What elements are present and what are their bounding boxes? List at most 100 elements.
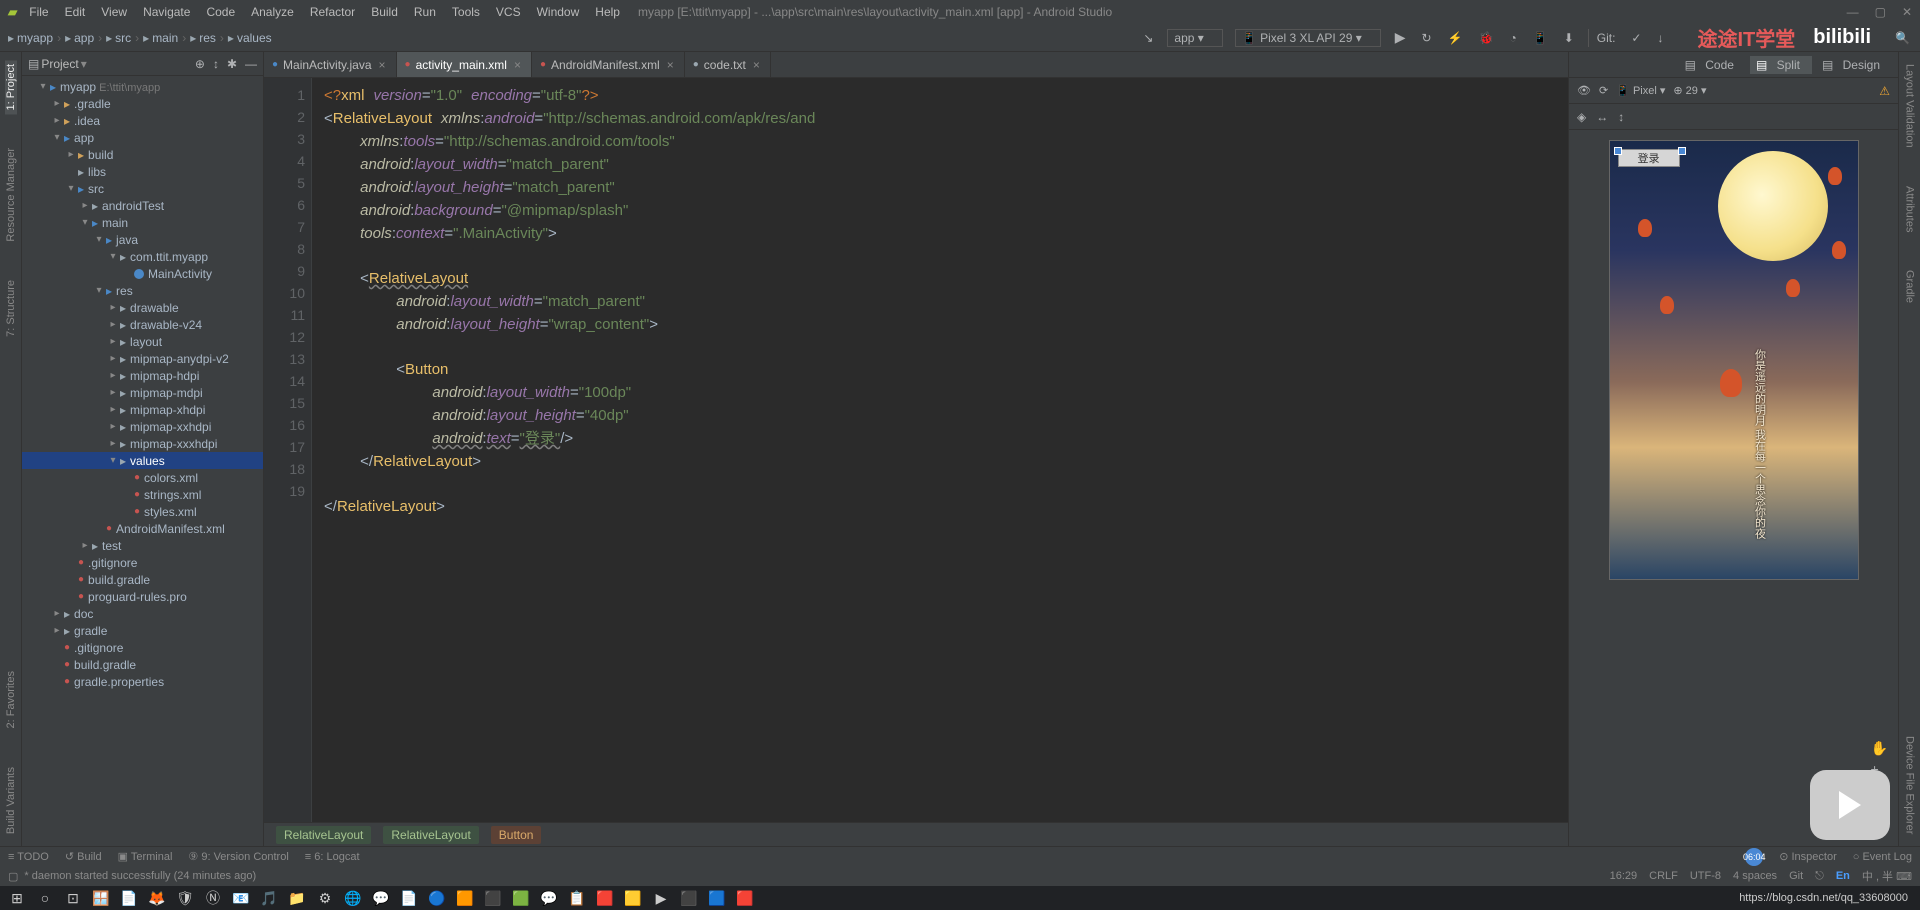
app-icon[interactable]: 🟥 — [732, 887, 758, 909]
menu-view[interactable]: View — [95, 3, 133, 21]
tree-main[interactable]: ▾▸main — [22, 214, 263, 231]
rotate-icon[interactable]: ↕ — [1618, 110, 1624, 124]
attach-debugger-icon[interactable]: ⚡ — [1446, 29, 1465, 47]
app-icon[interactable]: ⬛ — [480, 887, 506, 909]
encoding[interactable]: UTF-8 — [1690, 870, 1721, 882]
app-icon[interactable]: 📁 — [284, 887, 310, 909]
tree-toggle[interactable]: ▸ — [106, 404, 120, 415]
tree-src[interactable]: ▾▸src — [22, 180, 263, 197]
tree-drawable-v24[interactable]: ▸▸drawable-v24 — [22, 316, 263, 333]
menu-run[interactable]: Run — [408, 3, 442, 21]
project-tree[interactable]: ▾▸myapp E:\ttit\myapp▸▸.gradle▸▸.idea▾▸a… — [22, 76, 263, 846]
tree-toggle[interactable]: ▸ — [106, 302, 120, 313]
pan-icon[interactable]: ↔ — [1596, 110, 1608, 124]
app-icon[interactable]: 📧 — [228, 887, 254, 909]
app-icon[interactable]: ⚙ — [312, 887, 338, 909]
avd-manager-icon[interactable]: 📱 — [1531, 29, 1550, 47]
menu-edit[interactable]: Edit — [59, 3, 92, 21]
tree-androidmanifest-xml[interactable]: ●AndroidManifest.xml — [22, 520, 263, 537]
tree-toggle[interactable]: ▾ — [50, 132, 64, 143]
tool-gradle[interactable]: Gradle — [1904, 266, 1916, 307]
run-icon[interactable]: ▶ — [1393, 27, 1408, 48]
tab-MainActivity-java[interactable]: ●MainActivity.java× — [264, 52, 397, 77]
crumb-values[interactable]: ▸values — [228, 31, 272, 45]
tree-java[interactable]: ▾▸java — [22, 231, 263, 248]
git-commit-icon[interactable]: ✓ — [1629, 29, 1643, 47]
tree-com-ttit-myapp[interactable]: ▾▸com.ttit.myapp — [22, 248, 263, 265]
tab-code-txt[interactable]: ●code.txt× — [685, 52, 771, 77]
tree-test[interactable]: ▸▸test — [22, 537, 263, 554]
tool-structure[interactable]: 7: Structure — [5, 276, 17, 341]
app-icon[interactable]: 💬 — [368, 887, 394, 909]
tree-gradle[interactable]: ▸▸gradle — [22, 622, 263, 639]
video-play-overlay[interactable] — [1810, 770, 1890, 840]
tree-toggle[interactable]: ▸ — [50, 625, 64, 636]
tree--idea[interactable]: ▸▸.idea — [22, 112, 263, 129]
tool-event-log[interactable]: ○ Event Log — [1853, 851, 1912, 863]
sort-icon[interactable]: ↕ — [213, 57, 219, 71]
tree-strings-xml[interactable]: ●strings.xml — [22, 486, 263, 503]
tree-toggle[interactable]: ▸ — [106, 438, 120, 449]
app-icon[interactable]: 🟧 — [452, 887, 478, 909]
tree-colors-xml[interactable]: ●colors.xml — [22, 469, 263, 486]
warning-badge-icon[interactable]: ⚠ — [1879, 84, 1890, 98]
menu-refactor[interactable]: Refactor — [304, 3, 361, 21]
tree-drawable[interactable]: ▸▸drawable — [22, 299, 263, 316]
tree-toggle[interactable]: ▸ — [50, 115, 64, 126]
run-config-select[interactable]: app ▾ — [1167, 29, 1222, 47]
orientation-icon[interactable]: ⟳ — [1599, 84, 1608, 97]
close-tab-icon[interactable]: × — [512, 58, 523, 72]
hand-icon[interactable]: ✋ — [1871, 740, 1890, 757]
tool-device-file-explorer[interactable]: Device File Explorer — [1904, 732, 1916, 838]
tool-version-control[interactable]: ⑨ 9: Version Control — [188, 850, 288, 863]
menu-analyze[interactable]: Analyze — [245, 3, 300, 21]
start-icon[interactable]: ⊞ — [4, 887, 30, 909]
gear-icon[interactable]: ✱ — [227, 57, 237, 71]
tree-mipmap-xhdpi[interactable]: ▸▸mipmap-xhdpi — [22, 401, 263, 418]
tree-toggle[interactable]: ▸ — [106, 319, 120, 330]
tree-toggle[interactable]: ▸ — [106, 353, 120, 364]
design-tab-design[interactable]: ▤ Design — [1816, 56, 1892, 74]
close-tab-icon[interactable]: × — [665, 58, 676, 72]
menu-window[interactable]: Window — [531, 3, 586, 21]
app-icon[interactable]: 💬 — [536, 887, 562, 909]
hammer-icon[interactable]: ↘ — [1141, 29, 1155, 47]
tree-toggle[interactable]: ▾ — [64, 183, 78, 194]
tree-mipmap-mdpi[interactable]: ▸▸mipmap-mdpi — [22, 384, 263, 401]
tree-doc[interactable]: ▸▸doc — [22, 605, 263, 622]
design-canvas[interactable]: 登录 你是遥远的明月 我在每一个思念你的夜 ✋ + − 1:1 ▢ — [1569, 130, 1898, 846]
tree-toggle[interactable]: ▸ — [106, 370, 120, 381]
app-icon[interactable]: 🔵 — [424, 887, 450, 909]
tool-build[interactable]: ↺ Build — [65, 850, 102, 863]
apply-changes-icon[interactable]: ↻ — [1420, 29, 1434, 47]
app-icon[interactable]: 🟦 — [704, 887, 730, 909]
tree-build[interactable]: ▸▸build — [22, 146, 263, 163]
tree-androidtest[interactable]: ▸▸androidTest — [22, 197, 263, 214]
menu-file[interactable]: File — [23, 3, 54, 21]
crumb-main[interactable]: ▸main — [143, 31, 178, 45]
tree-build-gradle[interactable]: ●build.gradle — [22, 571, 263, 588]
design-tab-split[interactable]: ▤ Split — [1750, 56, 1812, 74]
tool-attributes[interactable]: Attributes — [1904, 182, 1916, 236]
tree-toggle[interactable]: ▸ — [106, 421, 120, 432]
app-icon[interactable]: 🟥 — [592, 887, 618, 909]
tree-toggle[interactable]: ▸ — [106, 336, 120, 347]
target-icon[interactable]: ⊕ — [195, 57, 205, 71]
line-ending[interactable]: CRLF — [1649, 870, 1678, 882]
crumb-relativelayout-2[interactable]: RelativeLayout — [383, 826, 478, 844]
tree-mipmap-xxxhdpi[interactable]: ▸▸mipmap-xxxhdpi — [22, 435, 263, 452]
crumb-myapp[interactable]: ▸myapp — [8, 31, 53, 45]
eye-icon[interactable]: 👁 — [1577, 84, 1591, 97]
tree--gitignore[interactable]: ●.gitignore — [22, 554, 263, 571]
close-icon[interactable]: ✕ — [1902, 5, 1912, 19]
menu-build[interactable]: Build — [365, 3, 404, 21]
tree-mipmap-anydpi-v2[interactable]: ▸▸mipmap-anydpi-v2 — [22, 350, 263, 367]
tree-toggle[interactable]: ▾ — [36, 81, 50, 92]
tree-toggle[interactable]: ▸ — [78, 200, 92, 211]
app-icon[interactable]: 📄 — [116, 887, 142, 909]
minimize-icon[interactable]: — — [1847, 5, 1859, 19]
tree--gitignore[interactable]: ●.gitignore — [22, 639, 263, 656]
profile-icon[interactable]: ◔ — [1507, 29, 1518, 47]
crumb-button[interactable]: Button — [491, 826, 542, 844]
menu-code[interactable]: Code — [200, 3, 241, 21]
